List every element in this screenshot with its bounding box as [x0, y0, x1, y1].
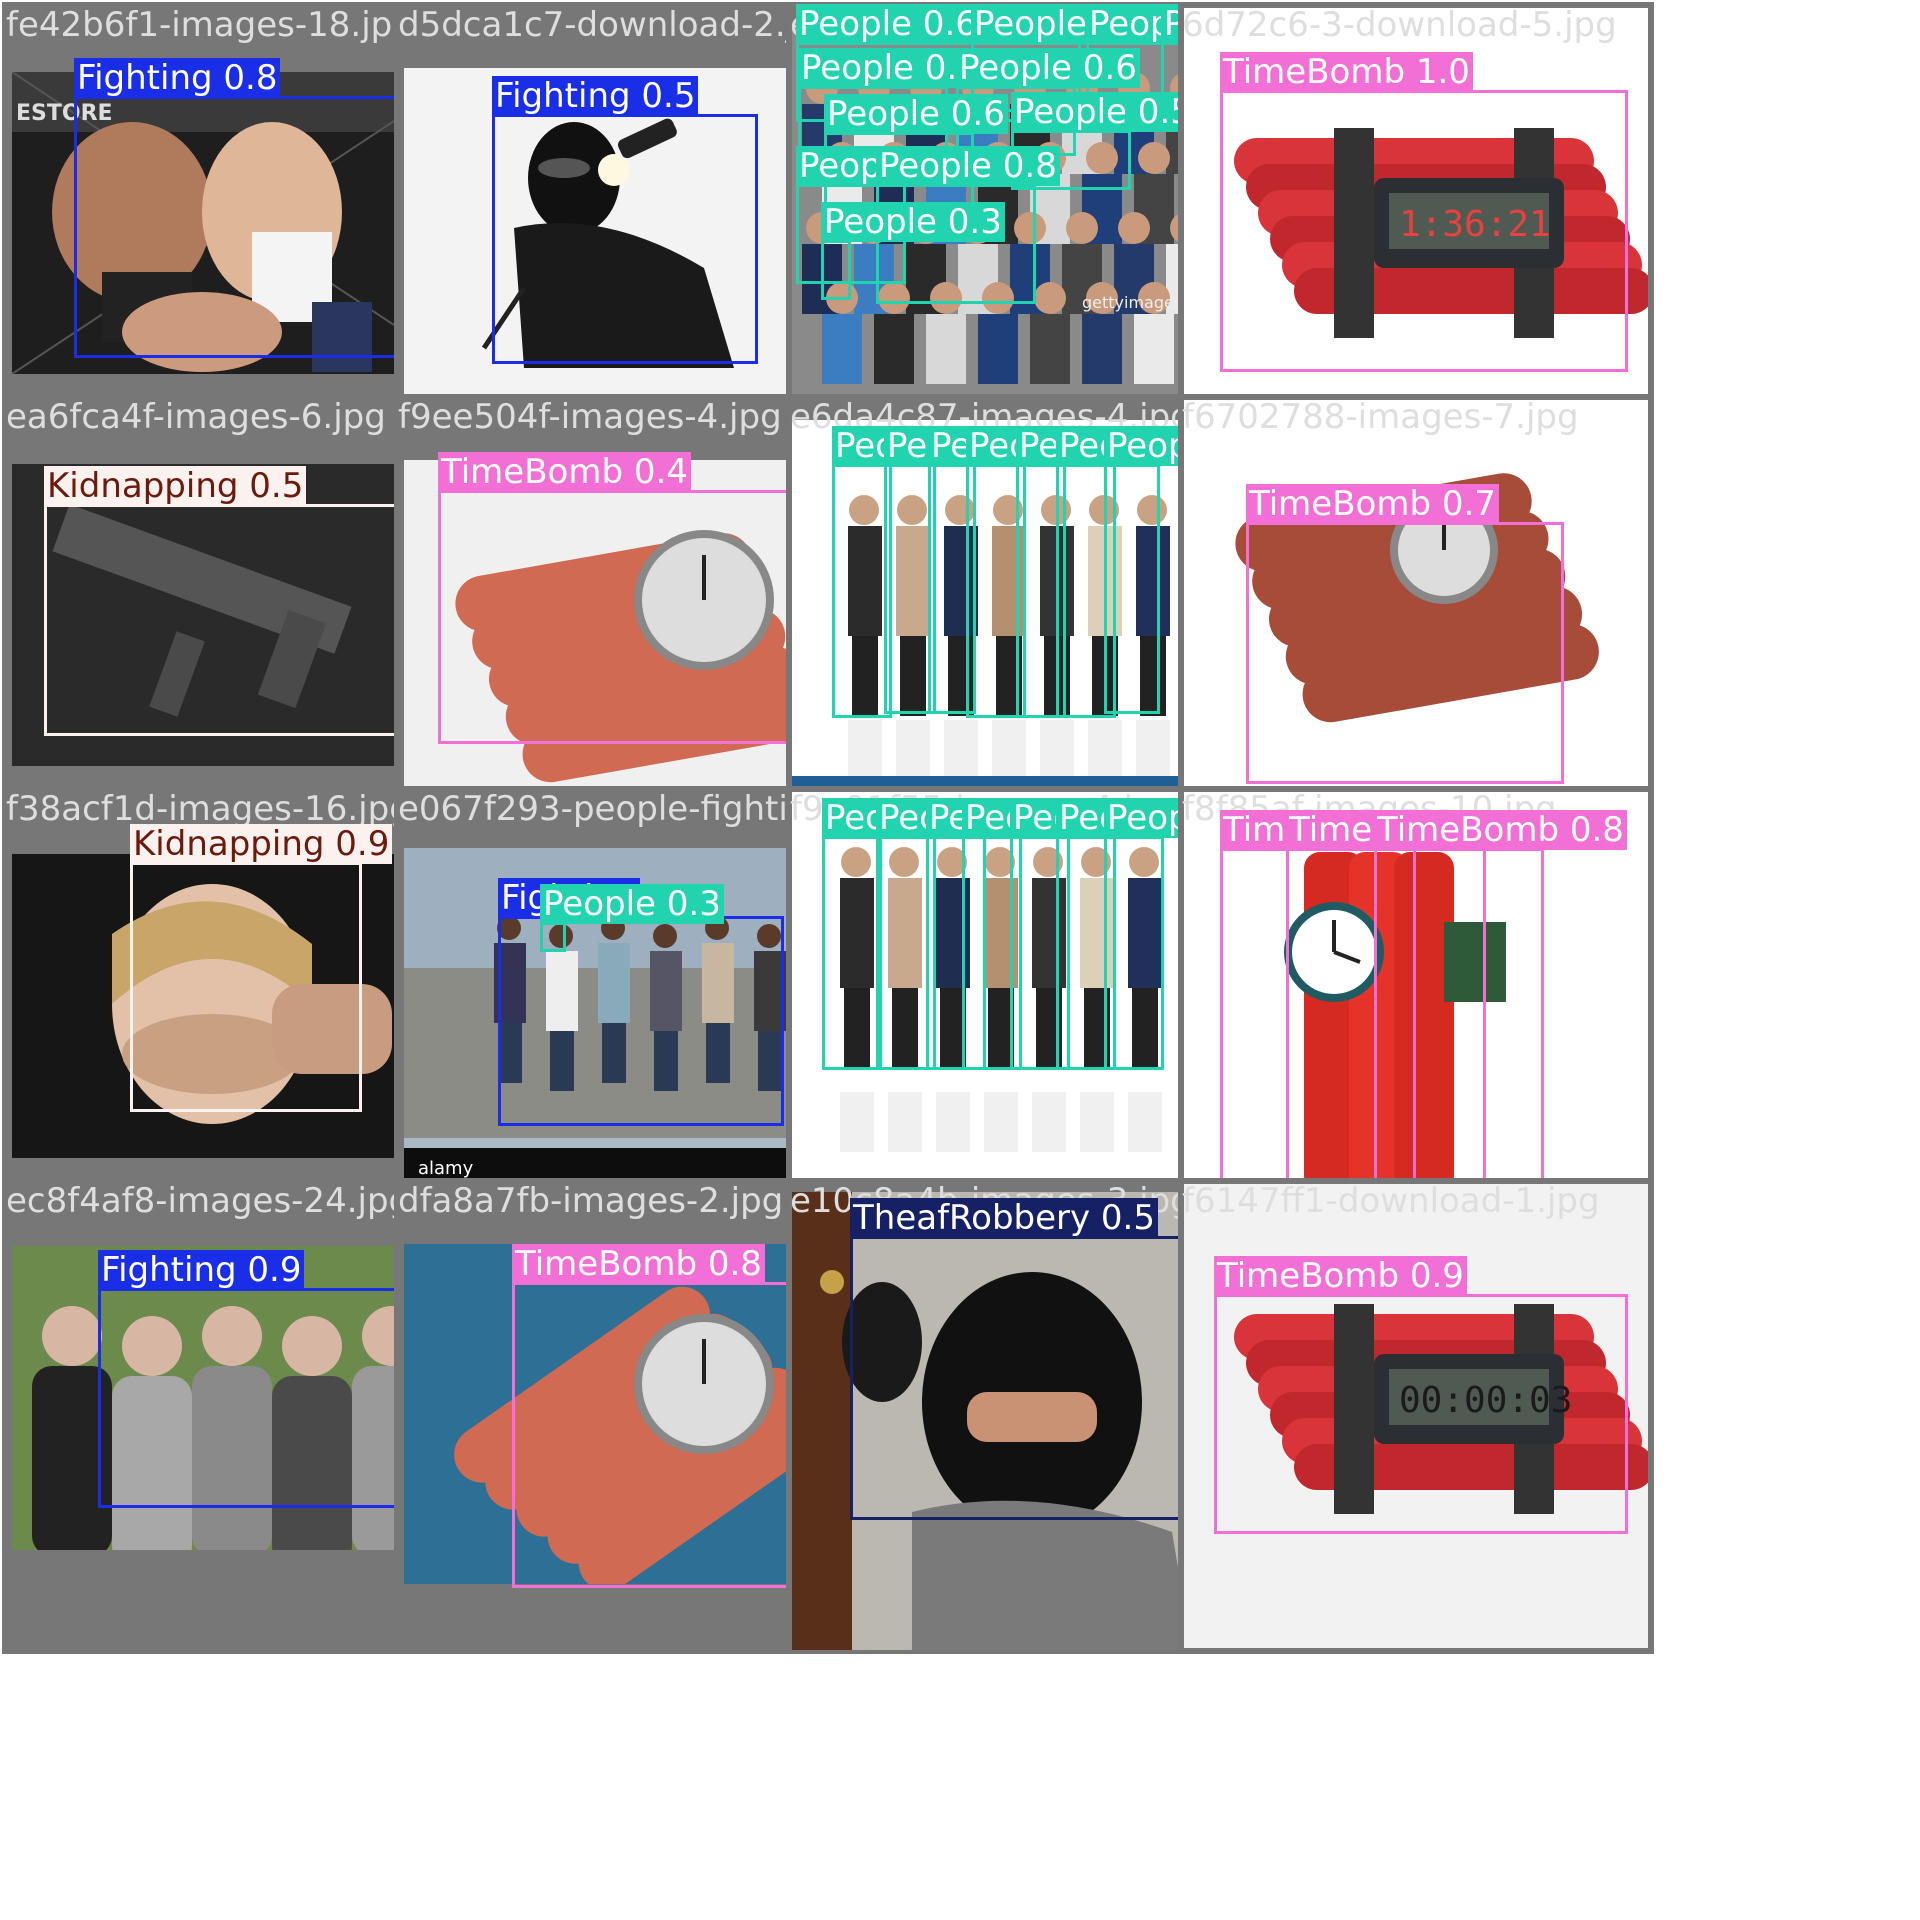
detection-box [44, 504, 432, 736]
detection-box [1104, 464, 1160, 714]
svg-text:alamy: alamy [418, 1158, 474, 1179]
tile-filename: fe42b6f1-images-18.jpg [6, 5, 414, 45]
detection-label: Fighting 0.9 [98, 1250, 305, 1290]
tile-filename: 6d72c6-3-download-5.jpg [1182, 5, 1617, 45]
detection-box [1220, 90, 1628, 372]
detection-box [821, 240, 851, 300]
detection-label: People 0.6 [796, 4, 980, 44]
detection-box [1104, 836, 1164, 1070]
detection-label: TimeBomb 0.8 [1374, 810, 1627, 850]
detection-label: Fighting 0.8 [74, 58, 281, 98]
detection-box [1214, 1294, 1628, 1534]
grid-tile[interactable]: 00:00:03 f6147ff1-download-1.jpg TimeBomb … [1178, 1178, 1654, 1654]
detection-box [130, 862, 362, 1112]
detection-label: People 0.5 [1011, 92, 1195, 132]
tile-filename: ec8f4af8-images-24.jpg [6, 1181, 411, 1221]
detection-label: Fighting 0.5 [492, 76, 699, 116]
detection-box [438, 490, 842, 744]
detection-box [540, 922, 566, 952]
detection-label: People 0.6 [798, 48, 982, 88]
detection-label: Kidnapping 0.5 [44, 466, 307, 506]
detection-label: TimeBomb 1.0 [1220, 52, 1473, 92]
detection-box [512, 1282, 802, 1588]
detection-box [1374, 848, 1544, 1208]
tile-filename: f38acf1d-images-16.jpg [6, 789, 411, 829]
svg-text:gettyimages: gettyimages [1082, 293, 1182, 312]
detection-label: TimeBomb 0.7 [1246, 484, 1499, 524]
detection-label: People 0.3 [821, 202, 1005, 242]
detection-box [822, 836, 882, 1070]
detection-grid: ESTORE fe42b6f1-images-18.jpg Fighting 0.… [0, 0, 1920, 1920]
detection-box [1246, 522, 1564, 784]
detection-label: TimeBomb 0.9 [1214, 1256, 1467, 1296]
tile-filename: d5dca1c7-download-2.jpg [398, 5, 839, 45]
detection-label: Kidnapping 0.9 [130, 824, 393, 864]
detection-box [74, 96, 400, 358]
tile-filename: f6702788-images-7.jpg [1182, 397, 1579, 437]
detection-label: People 0.8 [876, 146, 1060, 186]
detection-label: People 0.6 [824, 94, 1008, 134]
tile-filename: ea6fca4f-images-6.jpg [6, 397, 386, 437]
detection-label: TheafRobbery 0.5 [850, 1198, 1158, 1238]
detection-box [492, 114, 758, 364]
detection-label: TimeBomb 0.4 [438, 452, 691, 492]
detection-box [832, 464, 892, 718]
detection-label: People 0.3 [540, 884, 724, 924]
tile-filename: dfa8a7fb-images-2.jpg [398, 1181, 784, 1221]
tile-filename: f6147ff1-download-1.jpg [1182, 1181, 1600, 1221]
detection-label: TimeBomb 0.8 [512, 1244, 765, 1284]
tile-filename: f9ee504f-images-4.jpg [398, 397, 782, 437]
detection-box [98, 1288, 418, 1508]
detection-label: People 0.6 [956, 48, 1140, 88]
detection-box [850, 1236, 1190, 1520]
